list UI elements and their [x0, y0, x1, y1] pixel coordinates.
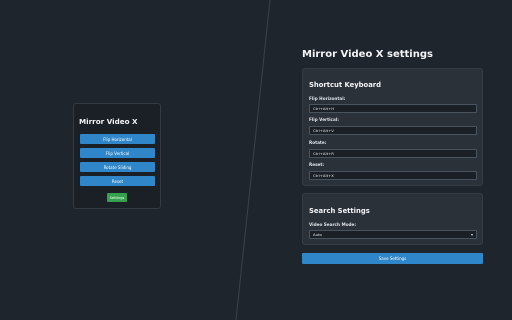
save-settings-button[interactable]: Save Settings	[302, 253, 483, 264]
page-title: Mirror Video X settings	[302, 49, 433, 60]
video-search-mode-value: Auto	[313, 232, 322, 237]
flip-vertical-input[interactable]: Ctrl+Alt+V	[309, 126, 477, 135]
reset-input[interactable]: Ctrl+Alt+X	[309, 171, 477, 180]
settings-button[interactable]: Settings	[107, 193, 127, 202]
flip-horizontal-button[interactable]: Flip Horizontal	[80, 134, 155, 144]
popup-title: Mirror Video X	[79, 117, 138, 126]
search-card-title: Search Settings	[309, 207, 370, 215]
video-search-mode-select[interactable]: Auto ▾	[309, 230, 477, 239]
chevron-down-icon: ▾	[470, 232, 473, 237]
shortcut-keyboard-card: Shortcut Keyboard Flip Horizontal: Ctrl+…	[302, 68, 483, 186]
rotate-input[interactable]: Ctrl+Alt+R	[309, 149, 477, 158]
flip-vertical-label: Flip Vertical:	[309, 117, 339, 122]
video-search-mode-label: Video Search Mode:	[309, 222, 356, 227]
rotate-label: Rotate:	[309, 140, 327, 145]
rotate-sliding-button[interactable]: Rotate Sliding	[80, 162, 155, 172]
reset-button[interactable]: Reset	[80, 176, 155, 186]
shortcut-card-title: Shortcut Keyboard	[309, 81, 382, 89]
flip-horizontal-label: Flip Horizontal:	[309, 96, 346, 101]
flip-vertical-button[interactable]: Flip Vertical	[80, 148, 155, 158]
search-settings-card: Search Settings Video Search Mode: Auto …	[302, 193, 483, 245]
flip-horizontal-input[interactable]: Ctrl+Alt+H	[309, 104, 477, 113]
reset-label: Reset:	[309, 162, 325, 167]
